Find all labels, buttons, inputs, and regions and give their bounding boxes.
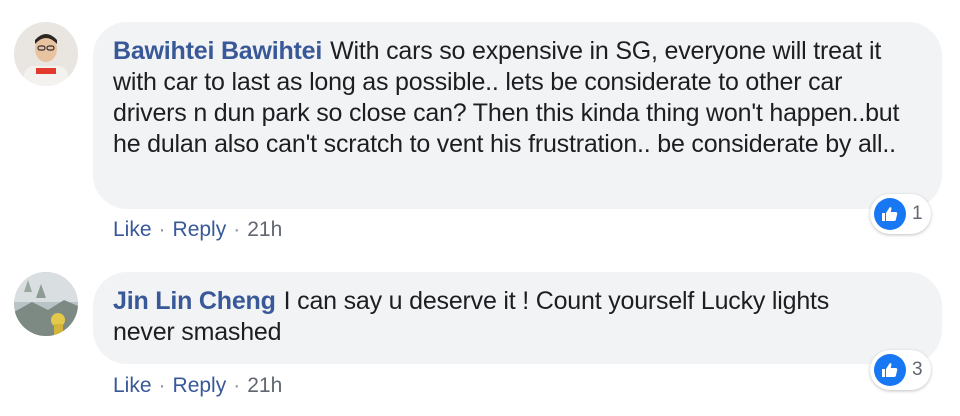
like-link[interactable]: Like (113, 218, 152, 241)
separator-dot: · (233, 218, 241, 241)
reply-link[interactable]: Reply (173, 374, 227, 397)
reply-link[interactable]: Reply (173, 218, 227, 241)
comment-timestamp[interactable]: 21h (247, 374, 282, 397)
comment-text-block: Bawihtei Bawihtei With cars so expensive … (113, 36, 918, 160)
comment-actions: Like · Reply · 21h (113, 218, 282, 242)
separator-dot: · (158, 218, 166, 241)
reaction-count: 3 (912, 359, 923, 380)
avatar-image (14, 272, 78, 336)
reaction-summary[interactable]: 1 (870, 194, 931, 234)
reaction-summary[interactable]: 3 (870, 350, 931, 390)
thumbs-up-icon (874, 198, 906, 230)
comment-bubble: Bawihtei Bawihtei With cars so expensive … (93, 22, 942, 209)
comment-timestamp[interactable]: 21h (247, 218, 282, 241)
comment-author[interactable]: Bawihtei Bawihtei (113, 37, 322, 65)
avatar[interactable] (14, 272, 78, 336)
comment-bubble: Jin Lin Cheng I can say u deserve it ! Co… (93, 272, 942, 364)
comment-actions: Like · Reply · 21h (113, 374, 282, 398)
thumbs-up-icon (874, 354, 906, 386)
separator-dot: · (158, 374, 166, 397)
comment-text-block: Jin Lin Cheng I can say u deserve it ! Co… (113, 286, 893, 348)
avatar[interactable] (14, 22, 78, 86)
separator-dot: · (233, 374, 241, 397)
reaction-count: 1 (912, 203, 923, 224)
like-link[interactable]: Like (113, 374, 152, 397)
comment-author[interactable]: Jin Lin Cheng (113, 287, 276, 315)
comment-item: Jin Lin Cheng I can say u deserve it ! Co… (0, 260, 960, 416)
avatar-image (14, 22, 78, 86)
comment-item: Bawihtei Bawihtei With cars so expensive … (0, 0, 960, 260)
